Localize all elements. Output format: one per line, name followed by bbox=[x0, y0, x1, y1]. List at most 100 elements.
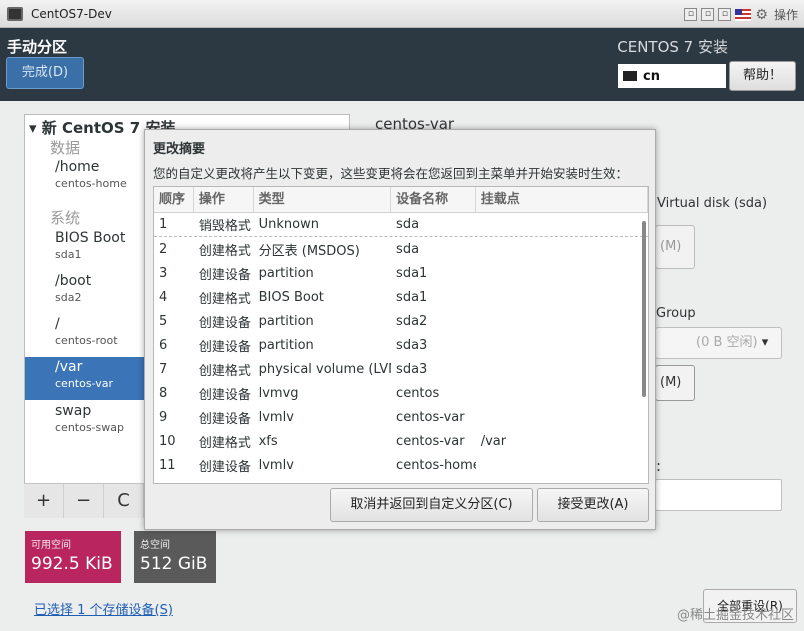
table-row[interactable]: 7 创建格式 physical volume (LVM) sda3 bbox=[154, 357, 648, 381]
available-space-value: 992.5 KiB bbox=[31, 554, 113, 574]
row-order: 7 bbox=[159, 361, 168, 377]
table-row[interactable]: 5 创建设备 partition sda2 bbox=[154, 309, 648, 333]
volume-group-select[interactable]: (0 B 空闲) ▾ bbox=[655, 327, 782, 359]
keyboard-layout-label: cn bbox=[643, 68, 660, 84]
row-type: lvmlv bbox=[258, 409, 294, 425]
changes-table: 顺序 操作 类型 设备名称 挂载点 1 销毁格式 Unknown sda 2 创建格式 分区… bbox=[153, 186, 649, 484]
row-order: 10 bbox=[159, 433, 176, 449]
help-button[interactable]: 帮助！ bbox=[729, 61, 796, 91]
window-button-3[interactable]: ▫ bbox=[718, 8, 732, 21]
row-action: 创建格式 bbox=[198, 291, 251, 307]
dialog-description: 您的自定义更改将产生以下变更，这些变更将会在您返回到主菜单并开始安装时生效： bbox=[153, 166, 629, 181]
mount-toolbar: + − C bbox=[24, 483, 144, 518]
window-button-1[interactable]: ▫ bbox=[684, 8, 698, 21]
mount-device: centos-swap bbox=[55, 421, 124, 434]
row-order: 11 bbox=[159, 457, 176, 473]
device-label: Virtual disk (sda) bbox=[657, 196, 768, 211]
row-action: 创建格式 bbox=[198, 435, 251, 451]
mount-name: /boot bbox=[55, 273, 92, 289]
column-mountpoint[interactable]: 挂载点 bbox=[476, 187, 648, 212]
row-action: 创建设备 bbox=[198, 267, 251, 283]
row-device: sda3 bbox=[396, 337, 428, 353]
modify-group-button[interactable]: (M) bbox=[655, 365, 695, 401]
row-order: 5 bbox=[159, 313, 168, 329]
chevron-down-icon: ▾ bbox=[761, 335, 769, 350]
row-order: 4 bbox=[159, 289, 168, 305]
total-space-tile: 总空间 512 GiB bbox=[134, 531, 216, 583]
table-row[interactable]: 2 创建格式 分区表 (MSDOS) sda bbox=[154, 237, 648, 261]
row-type: physical volume (LVM) bbox=[258, 361, 392, 377]
table-header: 顺序 操作 类型 设备名称 挂载点 bbox=[154, 187, 648, 213]
available-space-label: 可用空间 bbox=[31, 540, 71, 551]
table-row[interactable]: 9 创建设备 lvmlv centos-var bbox=[154, 405, 648, 429]
selected-devices-link[interactable]: 已选择 1 个存储设备(S) bbox=[34, 599, 173, 618]
mount-device: centos-root bbox=[55, 334, 118, 347]
mount-name: / bbox=[55, 316, 60, 332]
keyboard-icon bbox=[623, 71, 637, 81]
row-device: centos-var bbox=[396, 409, 465, 425]
done-button[interactable]: 完成(D) bbox=[6, 57, 84, 89]
table-row[interactable]: 10 创建格式 xfs centos-var/var bbox=[154, 429, 648, 453]
row-type: partition bbox=[258, 337, 314, 353]
row-type: lvmlv bbox=[258, 457, 294, 473]
mount-item-biosboot[interactable]: BIOS Boot sda1 bbox=[25, 228, 145, 271]
name-input[interactable] bbox=[655, 479, 782, 511]
total-space-value: 512 GiB bbox=[140, 554, 208, 574]
row-order: 9 bbox=[159, 409, 168, 425]
row-action: 创建设备 bbox=[198, 315, 251, 331]
table-row[interactable]: 3 创建设备 partition sda1 bbox=[154, 261, 648, 285]
window-title: CentOS7-Dev bbox=[31, 6, 112, 21]
mount-name: /var bbox=[55, 359, 83, 375]
row-type: partition bbox=[258, 313, 314, 329]
mount-item-var[interactable]: /var centos-var bbox=[25, 357, 145, 400]
us-flag-icon[interactable] bbox=[735, 8, 752, 21]
cancel-return-button[interactable]: 取消并返回到自定义分区(C) bbox=[330, 488, 533, 522]
table-body: 1 销毁格式 Unknown sda 2 创建格式 分区表 (MSDOS) sda 3 创建设备 p… bbox=[154, 213, 648, 477]
column-device[interactable]: 设备名称 bbox=[391, 187, 476, 212]
dialog-title: 更改摘要 bbox=[153, 142, 206, 157]
row-action: 创建设备 bbox=[198, 411, 251, 427]
mount-device: sda2 bbox=[55, 291, 82, 304]
refresh-button[interactable]: C bbox=[104, 484, 144, 518]
available-space-tile: 可用空间 992.5 KiB bbox=[25, 531, 121, 583]
keyboard-layout-indicator[interactable]: cn bbox=[618, 64, 726, 88]
row-action: 创建格式 bbox=[198, 363, 251, 379]
table-row[interactable]: 1 销毁格式 Unknown sda bbox=[154, 213, 648, 237]
remove-mount-button[interactable]: − bbox=[64, 484, 104, 518]
row-order: 6 bbox=[159, 337, 168, 353]
mount-device: sda1 bbox=[55, 248, 82, 261]
column-action[interactable]: 操作 bbox=[194, 187, 254, 212]
modify-device-button[interactable]: (M) bbox=[655, 225, 695, 269]
gear-icon[interactable]: ⚙ bbox=[755, 7, 768, 23]
row-action: 创建设备 bbox=[198, 387, 251, 403]
table-row[interactable]: 6 创建设备 partition sda3 bbox=[154, 333, 648, 357]
mount-item-home[interactable]: /home centos-home bbox=[25, 157, 145, 200]
column-order[interactable]: 顺序 bbox=[154, 187, 194, 212]
mount-item-boot[interactable]: /boot sda2 bbox=[25, 271, 145, 314]
mount-device: centos-home bbox=[55, 177, 127, 190]
row-type: 分区表 (MSDOS) bbox=[258, 243, 360, 259]
mount-name: swap bbox=[55, 403, 92, 419]
total-space-label: 总空间 bbox=[140, 540, 170, 551]
table-row[interactable]: 4 创建格式 BIOS Boot sda1 bbox=[154, 285, 648, 309]
row-type: lvmvg bbox=[258, 385, 299, 401]
row-device: sda2 bbox=[396, 313, 428, 329]
mount-name: /home bbox=[55, 159, 100, 175]
window-button-2[interactable]: ▫ bbox=[701, 8, 715, 21]
mount-item-root[interactable]: / centos-root bbox=[25, 314, 145, 357]
accept-changes-button[interactable]: 接受更改(A) bbox=[537, 488, 649, 522]
table-row[interactable]: 8 创建设备 lvmvg centos bbox=[154, 381, 648, 405]
row-device: sda bbox=[396, 241, 420, 257]
row-device: sda1 bbox=[396, 265, 428, 281]
column-type[interactable]: 类型 bbox=[254, 187, 392, 212]
terminal-icon bbox=[7, 6, 23, 21]
mount-item-swap[interactable]: swap centos-swap bbox=[25, 401, 145, 444]
watermark: @稀土掘金技术社区 bbox=[676, 608, 794, 623]
add-mount-button[interactable]: + bbox=[24, 484, 64, 518]
table-scrollbar[interactable] bbox=[642, 221, 646, 397]
row-device: sda1 bbox=[396, 289, 428, 305]
table-row[interactable]: 11 创建设备 lvmlv centos-home bbox=[154, 453, 648, 477]
name-label: : bbox=[656, 457, 662, 475]
operations-label[interactable]: 操作 bbox=[774, 6, 798, 23]
row-device: centos bbox=[396, 385, 440, 401]
